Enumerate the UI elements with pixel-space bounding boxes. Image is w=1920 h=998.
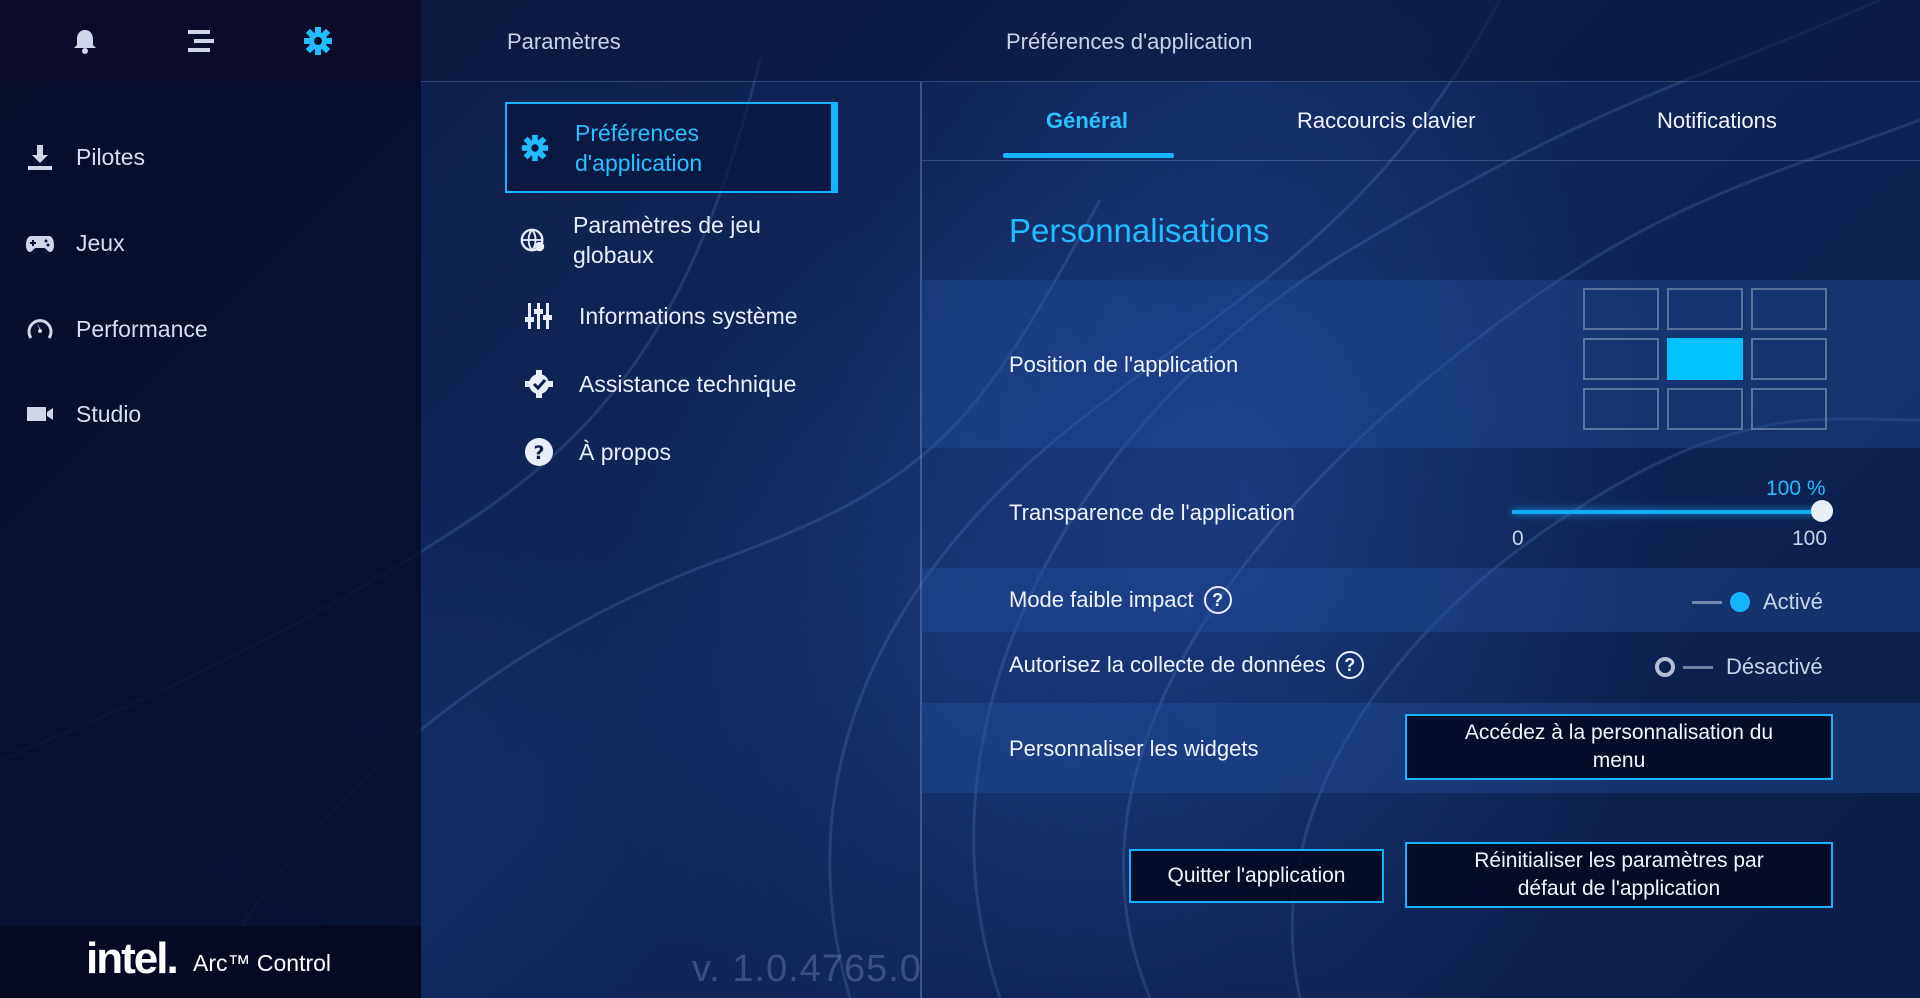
brand-footer: intel. Arc™ Control [0,926,421,998]
help-icon[interactable]: ? [1203,586,1232,614]
transparency-label: Transparence de l'application [1009,500,1295,525]
sidebar-item-performance[interactable]: Performance [24,309,208,349]
version-label: v. 1.0.4765.0 [692,948,922,990]
top-icon-bar [0,0,421,82]
position-label: Position de l'application [1009,352,1239,377]
toggle-track [1692,600,1722,604]
position-grid [1583,288,1827,430]
widgets-label: Personnaliser les widgets [1009,736,1259,761]
active-tab-indicator [1003,153,1174,158]
menu-item-label: À propos [579,438,672,465]
svg-text:?: ? [533,442,544,464]
column-divider [920,82,922,998]
menu-item-app-preferences[interactable]: Préférences d'application [505,102,838,193]
menu-item-tech-support[interactable]: Assistance technique [505,364,838,404]
toggle-knob [1655,657,1675,677]
slider-min-label: 0 [1512,527,1524,550]
section-title: Personnalisations [1009,212,1270,249]
position-cell[interactable] [1667,388,1743,430]
low-impact-label: Mode faible impact ? [1009,586,1232,614]
transparency-value: 100 % [1766,477,1826,500]
transparency-slider-handle[interactable] [1811,500,1833,522]
tabs-divider [922,160,1920,161]
intel-logo: intel. [86,934,179,983]
customize-menu-button[interactable]: Accédez à la personnalisation du menu [1405,714,1833,780]
position-cell[interactable] [1751,388,1827,430]
gear-check-icon [523,368,555,400]
menu-item-label: Assistance technique [579,370,797,397]
transparency-slider-track[interactable] [1512,510,1824,514]
camera-icon [24,398,56,430]
breadcrumb-section: Paramètres [507,29,621,54]
gauge-icon [24,313,56,345]
menu-item-system-info[interactable]: Informations système [505,296,838,336]
menu-item-label: Informations système [579,302,798,329]
position-cell[interactable] [1751,288,1827,330]
tab-notifications[interactable]: Notifications [1657,108,1777,134]
globe-gear-icon [517,224,549,256]
menu-item-label: Préférences d'application [575,119,703,176]
sidebar-item-pilotes[interactable]: Pilotes [24,137,145,177]
tab-general[interactable]: Général [1046,108,1128,134]
data-collection-label: Autorisez la collecte de données ? [1009,651,1364,679]
data-collection-state: Désactivé [1726,654,1823,679]
sidebar-item-label: Jeux [76,229,125,256]
sidebar-item-studio[interactable]: Studio [24,394,141,434]
low-impact-state: Activé [1763,589,1823,614]
toggle-knob [1730,592,1750,612]
sidebar-item-label: Performance [76,315,208,342]
slider-max-label: 100 [1792,527,1828,550]
position-cell[interactable] [1751,338,1827,380]
reset-defaults-button[interactable]: Réinitialiser les paramètres par défaut d… [1405,842,1833,908]
gear-icon [519,132,551,164]
gear-icon[interactable] [303,26,333,56]
product-name: Arc™ Control [193,950,332,976]
tab-keyboard-shortcuts[interactable]: Raccourcis clavier [1297,108,1476,134]
question-icon: ? [523,436,555,468]
data-collection-toggle[interactable]: Désactivé [1655,654,1823,680]
position-cell[interactable] [1583,388,1659,430]
menu-item-about[interactable]: ? À propos [505,432,838,472]
help-icon[interactable]: ? [1335,651,1364,679]
menu-item-label: Paramètres de jeu globaux [573,212,761,268]
toggle-track [1683,665,1713,669]
position-cell[interactable] [1667,288,1743,330]
position-cell-selected[interactable] [1667,338,1743,380]
sidebar-item-label: Pilotes [76,143,146,170]
download-icon [24,141,56,173]
page-title: Préférences d'application [1006,29,1253,54]
bell-icon[interactable] [70,26,100,56]
menu-item-global-game-settings[interactable]: Paramètres de jeu globaux [505,206,838,274]
low-impact-toggle[interactable]: Activé [1692,589,1823,615]
menu-icon[interactable] [186,26,216,56]
quit-app-button[interactable]: Quitter l'application [1129,849,1384,903]
gamepad-icon [24,227,56,259]
sliders-icon [523,300,555,332]
position-cell[interactable] [1583,338,1659,380]
sidebar-item-label: Studio [76,400,142,427]
position-cell[interactable] [1583,288,1659,330]
sidebar-item-jeux[interactable]: Jeux [24,223,125,263]
